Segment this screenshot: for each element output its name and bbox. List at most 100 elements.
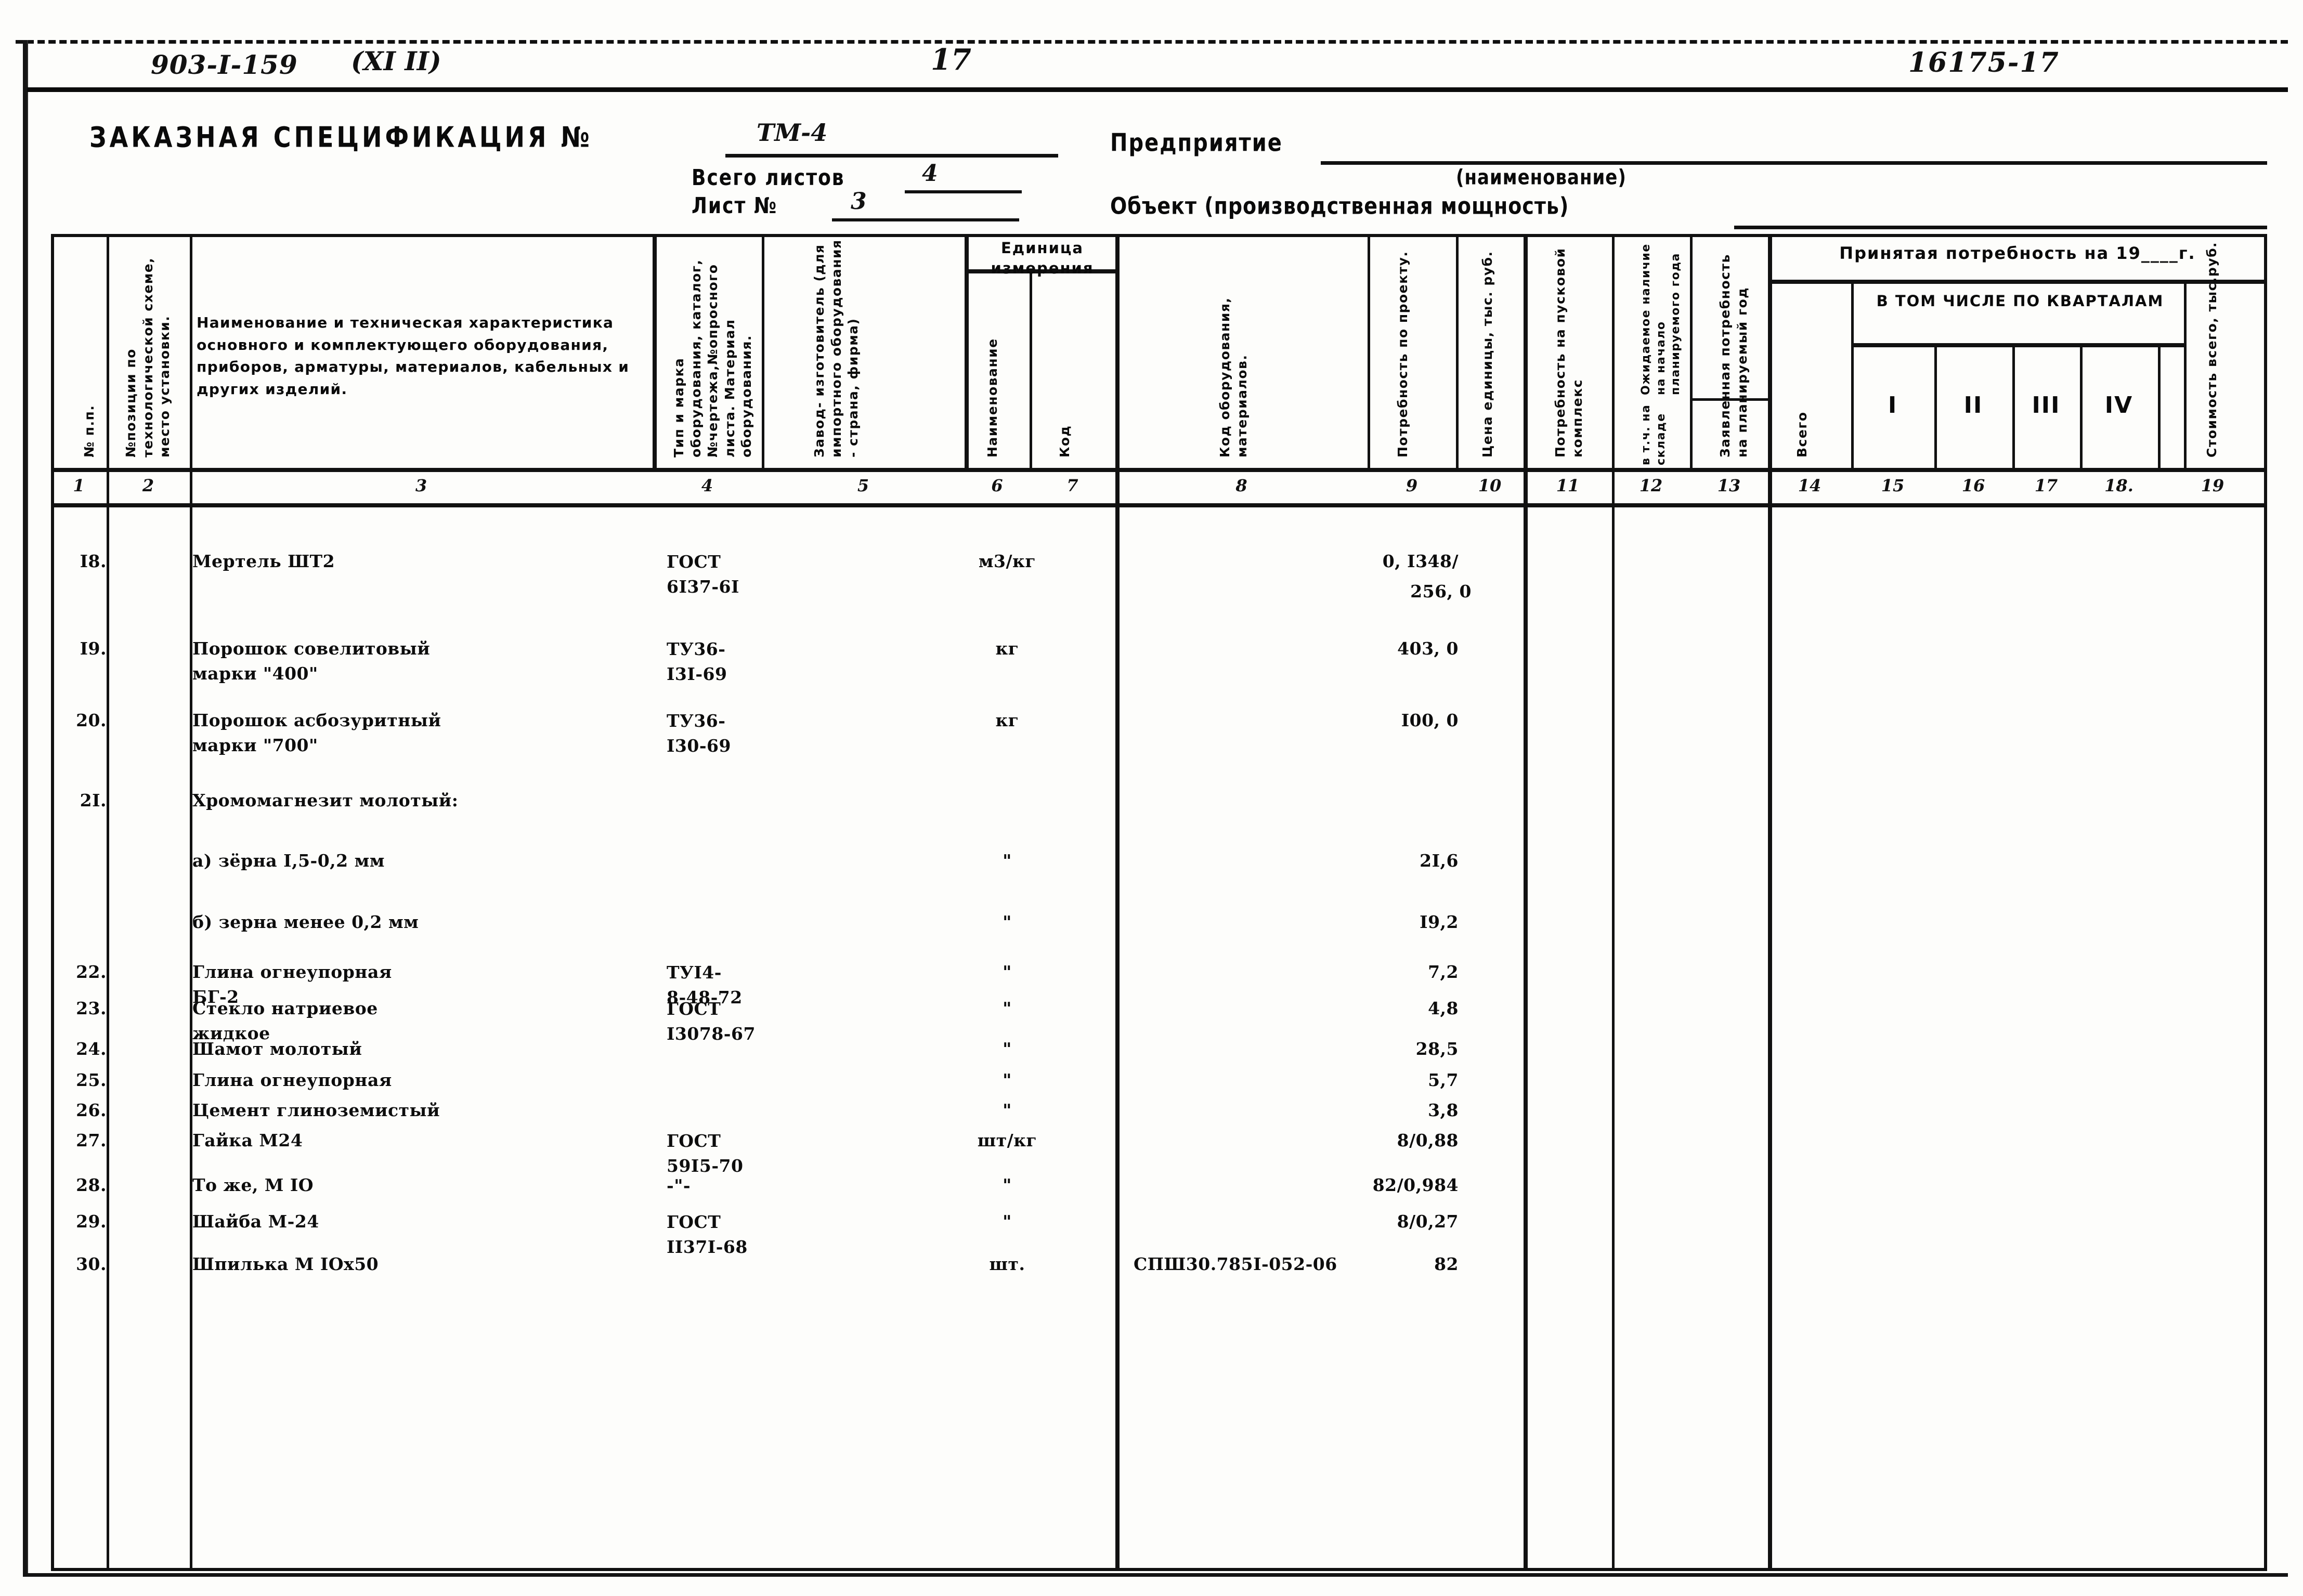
- row-unit: ": [1003, 1211, 1012, 1232]
- object-label: Объект (производственная мощность): [1110, 192, 1569, 219]
- row-item-name: Хромомагнезит молотый:: [192, 790, 459, 810]
- col-header-16: II: [1963, 392, 1983, 418]
- colnum-2: 2: [142, 476, 154, 495]
- quarters-group-header: В ТОМ ЧИСЛЕ ПО КВАРТАЛАМ: [1876, 292, 2164, 310]
- row-quantity: 8/0,27: [1397, 1211, 1459, 1232]
- page-left-edge: [23, 40, 27, 1576]
- colnum-11: 11: [1556, 476, 1580, 495]
- colnum-19: 19: [2201, 476, 2224, 495]
- col-header-10: Цена единицы, тыс. руб.: [1480, 251, 1495, 457]
- document-number: 903-I-159: [151, 49, 298, 80]
- enterprise-sub-label: (наименование): [1456, 165, 1627, 190]
- row-item-name: Стекло натриевое: [192, 998, 378, 1018]
- col-header-2: №позиции по технологической схеме, место…: [123, 257, 172, 457]
- row-unit: ": [1003, 1070, 1012, 1090]
- row-number: 30.: [76, 1254, 107, 1274]
- colnum-5: 5: [857, 476, 869, 495]
- col-sep-18: [2158, 343, 2161, 468]
- colnum-15: 15: [1881, 476, 1905, 495]
- row-quantity: 7,2: [1428, 962, 1459, 982]
- colnum-3: 3: [415, 476, 427, 495]
- row-standard-line2: 6I37-6I: [667, 577, 739, 597]
- row-quantity: I00, 0: [1401, 710, 1459, 730]
- row-unit: ": [1003, 1100, 1012, 1120]
- row-item-name: Цемент глиноземистый: [192, 1100, 440, 1120]
- col-sep-1: [107, 234, 109, 1571]
- row-number: 26.: [76, 1100, 107, 1120]
- row-unit: кг: [995, 710, 1019, 730]
- row-item-name-line2: марки "700": [192, 735, 318, 755]
- col-sep-4: [762, 234, 764, 468]
- enterprise-underline: [1321, 161, 2267, 165]
- col-sep-12: [1690, 234, 1693, 468]
- col-header-15: I: [1888, 392, 1898, 418]
- header-rule: [27, 87, 2288, 92]
- colnum-13: 13: [1717, 476, 1741, 495]
- colnum-17: 17: [2034, 476, 2058, 495]
- col-header-13: Заявленная потребность на планируемый го…: [1718, 254, 1750, 457]
- accepted-group-header: Принятая потребность на 19____г.: [1839, 243, 2196, 263]
- row-item-name: Глина огнеупорная: [192, 1070, 392, 1090]
- col-header-11: Потребность на пусковой комплекс: [1553, 247, 1585, 457]
- col-sep-10: [1524, 234, 1528, 1571]
- row-quantity: I9,2: [1420, 912, 1459, 932]
- sheet-underline: [832, 218, 1019, 221]
- row-quantity: 4,8: [1428, 998, 1459, 1018]
- accepted-group-bottom-rule: [1768, 280, 2267, 284]
- row-unit: ": [1003, 1039, 1012, 1059]
- row-unit: ": [1003, 962, 1012, 982]
- row-item-name: Шайба М-24: [192, 1211, 319, 1232]
- row-quantity: 403, 0: [1397, 638, 1459, 659]
- col-header-19: Стоимость всего, тыс.руб.: [2204, 241, 2219, 457]
- row-number: 20.: [76, 710, 107, 730]
- col-sep-19: [2184, 280, 2187, 468]
- header-bottom-rule: [51, 468, 2267, 472]
- trim-dashed-line: [16, 40, 2288, 44]
- col-header-3: Наименование и техническая характеристик…: [197, 314, 630, 398]
- row-standard-line1: -"-: [667, 1175, 691, 1196]
- colnum-7: 7: [1066, 476, 1078, 495]
- row-quantity: 0, I348/: [1382, 551, 1459, 571]
- row-standard-line2: 59I5-70: [667, 1156, 744, 1176]
- document-revision-mark: (XI II): [351, 46, 441, 76]
- col-header-9: Потребность по проекту.: [1395, 251, 1410, 457]
- row-standard-line1: ГОСТ: [667, 552, 721, 572]
- row-standard-line1: ГОСТ: [667, 1131, 721, 1151]
- row-number: I8.: [80, 551, 107, 571]
- col-sep-8: [1368, 234, 1370, 468]
- col-sep-14: [1851, 280, 1854, 468]
- enterprise-label: Предприятие: [1110, 129, 1283, 158]
- row-item-name: Мертель ШТ2: [192, 551, 335, 571]
- spec-number-value: ТМ-4: [757, 119, 828, 147]
- col-sep-3: [653, 234, 657, 468]
- col-header-6: Наименование: [985, 338, 1000, 457]
- row-item-name: Шамот молотый: [192, 1039, 362, 1059]
- colnum-6: 6: [991, 476, 1003, 495]
- col-header-12: Ожидаемое наличие на начало планируемого…: [1640, 243, 1683, 395]
- row-quantity: 82/0,984: [1372, 1175, 1459, 1195]
- sheet-label: Лист №: [692, 193, 778, 219]
- row-number: 27.: [76, 1130, 107, 1150]
- colnum-16: 16: [1961, 476, 1985, 495]
- col-header-12b: в т.ч. на складе: [1640, 404, 1668, 465]
- col-sep-6: [1030, 269, 1032, 468]
- row-unit: ": [1003, 851, 1012, 871]
- row-item-name: То же, М IO: [192, 1175, 314, 1195]
- row-item-name-line2: марки "400": [192, 663, 318, 684]
- colnum-9: 9: [1406, 476, 1418, 495]
- row-item-name: Глина огнеупорная: [192, 962, 392, 982]
- object-underline: [1734, 226, 2267, 229]
- quarters-group-bottom-rule: [1851, 343, 2184, 347]
- row-unit: шт.: [989, 1254, 1025, 1274]
- row-standard-line1: ТУ36-: [667, 711, 726, 731]
- colnum-10: 10: [1478, 476, 1502, 495]
- row-standard-line1: ГОСТ: [667, 999, 721, 1019]
- row-standard-line2: II37I-68: [667, 1237, 748, 1257]
- row-number: 23.: [76, 998, 107, 1018]
- col-header-5: Завод- изготовитель (для импортного обор…: [812, 239, 861, 457]
- row-quantity: 5,7: [1428, 1070, 1459, 1090]
- total-sheets-label: Всего листов: [692, 165, 845, 191]
- row-number: 2I.: [80, 790, 107, 810]
- row-unit: ": [1003, 998, 1012, 1018]
- spec-number-underline: [725, 154, 1058, 158]
